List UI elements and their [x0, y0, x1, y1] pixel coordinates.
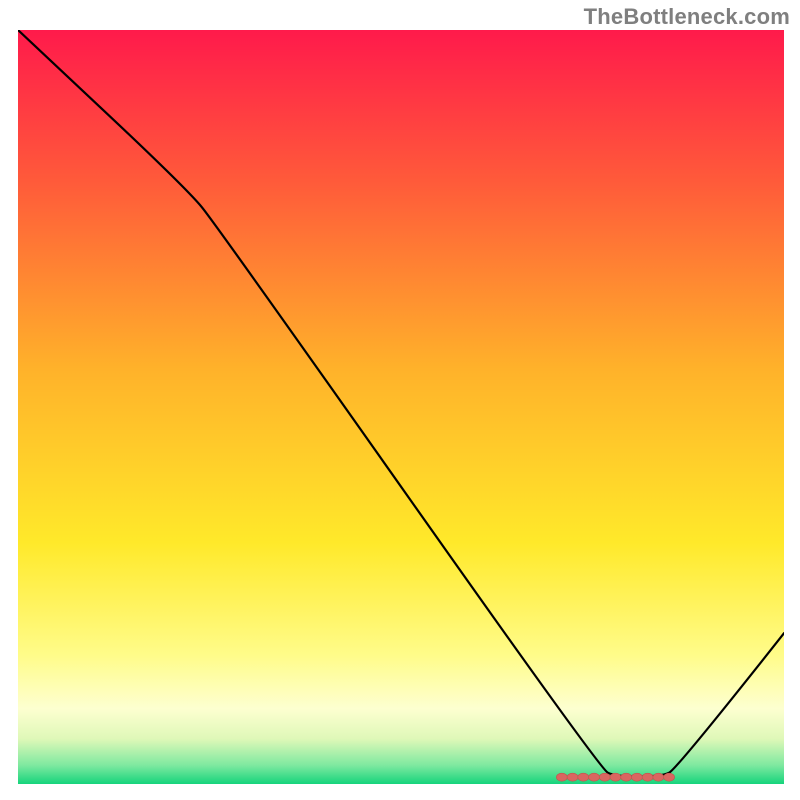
optimal-marker	[589, 773, 600, 781]
bottleneck-chart	[18, 30, 784, 784]
optimal-marker-row	[556, 773, 674, 781]
chart-stage: TheBottleneck.com	[0, 0, 800, 800]
optimal-marker	[653, 773, 664, 781]
optimal-marker	[642, 773, 653, 781]
optimal-marker	[610, 773, 621, 781]
optimal-marker	[556, 773, 567, 781]
watermark-text: TheBottleneck.com	[584, 4, 790, 30]
optimal-marker	[664, 773, 675, 781]
optimal-marker	[578, 773, 589, 781]
optimal-marker	[631, 773, 642, 781]
optimal-marker	[567, 773, 578, 781]
optimal-marker	[621, 773, 632, 781]
gradient-backdrop	[18, 30, 784, 784]
optimal-marker	[599, 773, 610, 781]
